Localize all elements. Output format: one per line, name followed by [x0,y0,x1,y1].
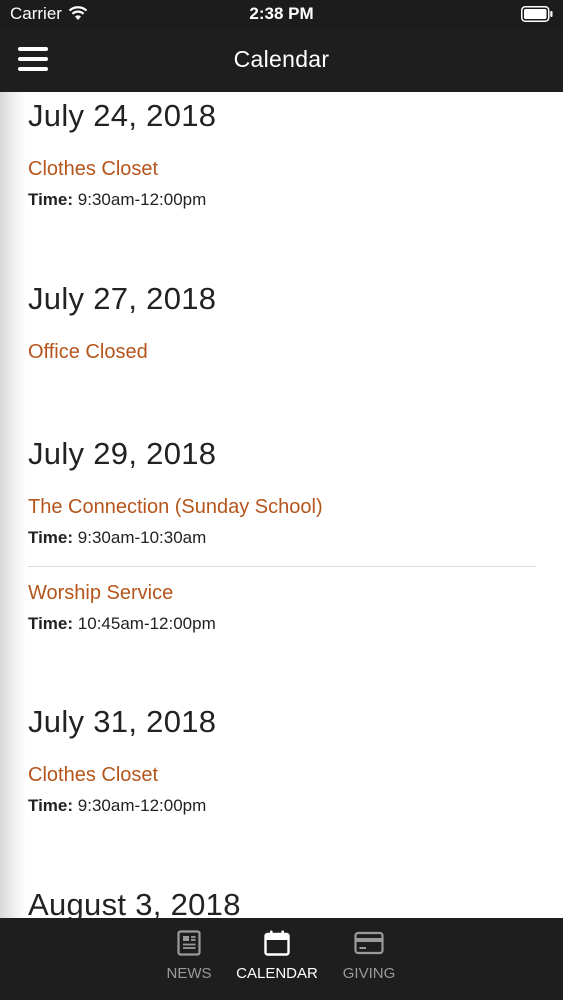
credit-card-icon [354,931,384,955]
side-shadow [0,92,26,918]
time-label: Time: [28,796,74,815]
event-divider [28,566,536,567]
date-section: July 24, 2018 Clothes Closet Time: 9:30a… [28,98,536,210]
tab-news[interactable]: NEWS [160,930,218,982]
calendar-icon [264,930,290,956]
time-value: 9:30am-12:00pm [77,796,207,815]
newspaper-icon [177,930,201,956]
time-label: Time: [28,614,74,633]
event-time: Time: 9:30am-10:30am [28,528,536,548]
event-title-link[interactable]: Clothes Closet [28,764,536,787]
battery-icon [521,6,553,22]
status-time: 2:38 PM [249,4,314,23]
tab-calendar[interactable]: CALENDAR [235,930,319,982]
page-title: Calendar [233,46,330,72]
tab-giving[interactable]: GIVING [340,930,398,982]
date-section: August 3, 2018 [28,887,536,918]
time-value: 9:30am-12:00pm [77,190,207,209]
date-heading: August 3, 2018 [28,887,241,918]
event-time: Time: 9:30am-12:00pm [28,190,536,210]
event-title-link[interactable]: Clothes Closet [28,158,536,181]
date-heading: July 24, 2018 [28,98,217,133]
event-time: Time: 10:45am-12:00pm [28,614,536,634]
time-label: Time: [28,190,74,209]
tab-bar: NEWS CALENDAR GIVING [0,918,563,1000]
date-heading: July 31, 2018 [28,704,217,739]
status-bar: Carrier 2:38 PM [0,0,563,28]
event-title-link[interactable]: Worship Service [28,582,536,605]
time-label: Time: [28,528,74,547]
tab-news-label: NEWS [166,965,212,982]
calendar-list[interactable]: July 24, 2018 Clothes Closet Time: 9:30a… [0,92,563,918]
date-section: July 27, 2018 Office Closed [28,281,536,364]
nav-bar: Calendar [0,28,563,92]
event-time: Time: 9:30am-12:00pm [28,796,536,816]
date-heading: July 27, 2018 [28,281,217,316]
event-title-link[interactable]: Office Closed [28,341,536,364]
tab-giving-label: GIVING [342,965,396,982]
date-section: July 31, 2018 Clothes Closet Time: 9:30a… [28,704,536,816]
date-heading: July 29, 2018 [28,436,217,471]
time-value: 9:30am-10:30am [77,528,207,547]
time-value: 10:45am-12:00pm [77,614,216,633]
date-section: July 29, 2018 The Connection (Sunday Sch… [28,436,536,634]
event-title-link[interactable]: The Connection (Sunday School) [28,496,536,519]
tab-calendar-label: CALENDAR [236,965,318,982]
